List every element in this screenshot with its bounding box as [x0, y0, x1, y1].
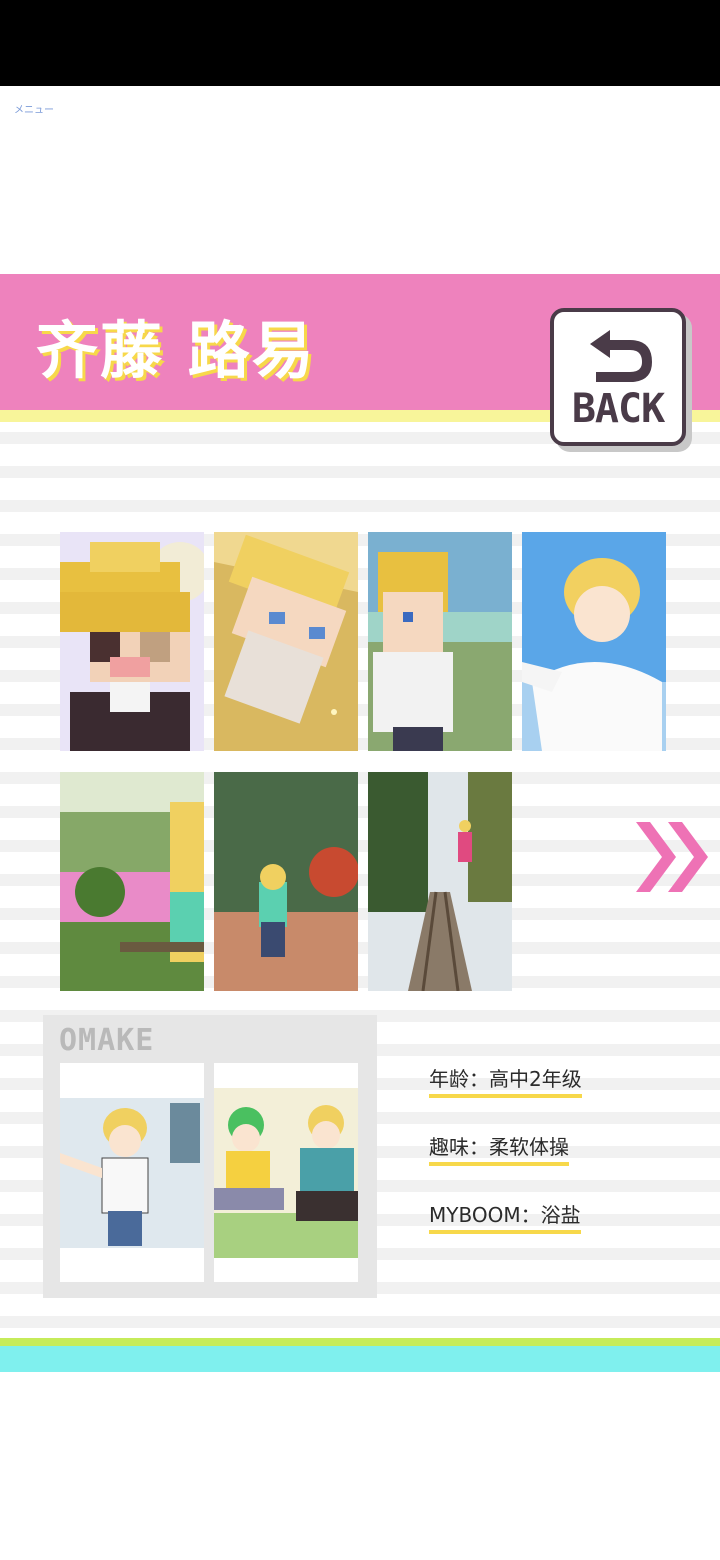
- flower-field-photo-image: [60, 772, 204, 991]
- profile-age-value: 高中2年级: [489, 1067, 582, 1091]
- anime-character-sky-image: [522, 532, 666, 751]
- profile-hobby-separator: ：: [469, 1135, 489, 1159]
- omake-tile-1[interactable]: [60, 1063, 204, 1282]
- character-name: 齐藤 路易: [36, 314, 316, 387]
- pixel-character-park-image: [368, 532, 512, 751]
- next-page-button[interactable]: [636, 822, 716, 896]
- omake-panel: OMAKE: [43, 1015, 377, 1298]
- footer-green-stripe: [0, 1338, 720, 1346]
- return-arrow-icon: [590, 330, 652, 382]
- railway-track-photo-image: [368, 772, 512, 991]
- profile-myboom: MYBOOM：浴盐: [429, 1199, 581, 1234]
- profile-myboom-value: 浴盐: [540, 1203, 581, 1227]
- gallery-tile-2[interactable]: [214, 532, 358, 751]
- profile-myboom-separator: ：: [520, 1203, 541, 1227]
- profile-hobby-label: 趣味: [429, 1135, 469, 1159]
- back-label: BACK: [571, 386, 665, 432]
- double-chevron-right-icon: [636, 822, 708, 892]
- gallery-tile-5[interactable]: [60, 772, 204, 991]
- character-selfie-image: [60, 1063, 204, 1282]
- two-characters-gaming-image: [214, 1063, 358, 1282]
- pixel-face-closeup-image: [60, 532, 204, 751]
- profile-age-label: 年龄: [429, 1067, 469, 1091]
- pixel-character-lying-image: [214, 532, 358, 751]
- gallery-tile-6[interactable]: [214, 772, 358, 991]
- profile-age: 年龄：高中2年级: [429, 1063, 582, 1098]
- profile-myboom-label: MYBOOM: [429, 1203, 521, 1227]
- park-path-photo-image: [214, 772, 358, 991]
- omake-tile-2[interactable]: [214, 1063, 358, 1282]
- profile-hobby: 趣味：柔软体操: [429, 1131, 569, 1166]
- menu-link[interactable]: メニュー: [14, 101, 54, 116]
- status-bar: [0, 0, 720, 86]
- gallery-tile-4[interactable]: [522, 532, 666, 751]
- back-button[interactable]: BACK: [550, 308, 686, 446]
- omake-title: OMAKE: [59, 1023, 155, 1058]
- profile-hobby-value: 柔软体操: [489, 1135, 569, 1159]
- gallery-tile-7[interactable]: [368, 772, 512, 991]
- gallery-tile-1[interactable]: [60, 532, 204, 751]
- footer-cyan-stripe: [0, 1346, 720, 1372]
- gallery-tile-3[interactable]: [368, 532, 512, 751]
- profile-age-separator: ：: [469, 1067, 489, 1091]
